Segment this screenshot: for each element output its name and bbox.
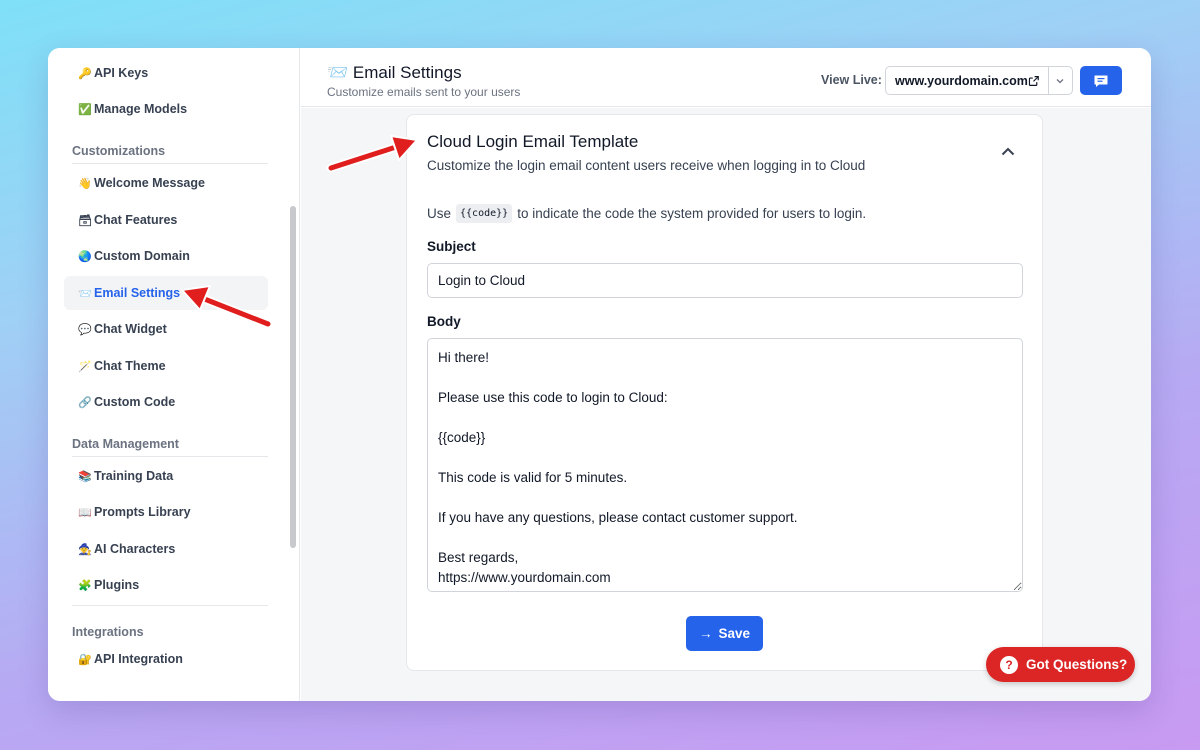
check-icon: ✅ bbox=[78, 103, 92, 116]
sidebar-item-api-keys[interactable]: 🔑 API Keys bbox=[64, 56, 268, 90]
sidebar-item-label: Training Data bbox=[94, 469, 174, 483]
sidebar-item-label: API Integration bbox=[94, 652, 183, 666]
sidebar-item-label: Custom Code bbox=[94, 395, 176, 409]
email-template-card: Cloud Login Email Template Customize the… bbox=[406, 114, 1043, 671]
link-icon: 🔗 bbox=[78, 396, 92, 409]
sidebar-item-plugins[interactable]: 🧩 Plugins bbox=[64, 568, 268, 602]
globe-icon: 🌏 bbox=[78, 250, 92, 263]
external-link-icon[interactable] bbox=[1028, 74, 1040, 88]
sidebar-item-label: Manage Models bbox=[94, 102, 188, 116]
chevron-up-icon[interactable] bbox=[999, 143, 1017, 161]
page-header: 📨 Email Settings Customize emails sent t… bbox=[301, 48, 1151, 107]
domain-dropdown-toggle[interactable] bbox=[1047, 66, 1072, 95]
books-icon: 📚 bbox=[78, 470, 92, 483]
page-subtitle: Customize emails sent to your users bbox=[327, 85, 521, 99]
got-questions-button[interactable]: ? Got Questions? bbox=[986, 647, 1135, 682]
sidebar-item-label: Welcome Message bbox=[94, 176, 205, 190]
chat-bubble-icon bbox=[1094, 75, 1108, 87]
key-icon: 🔑 bbox=[78, 67, 92, 80]
sidebar-item-label: Chat Widget bbox=[94, 322, 167, 336]
code-hint: Use {{code}} to indicate the code the sy… bbox=[427, 204, 867, 223]
body-label: Body bbox=[427, 314, 461, 329]
sidebar-item-label: Plugins bbox=[94, 578, 140, 592]
main-content: Cloud Login Email Template Customize the… bbox=[301, 108, 1151, 701]
section-data-management: Data Management bbox=[72, 437, 268, 457]
annotation-arrow-icon bbox=[181, 285, 273, 329]
chevron-down-icon bbox=[1056, 78, 1064, 83]
domain-link[interactable]: www.yourdomain.com bbox=[886, 74, 1028, 88]
sidebar-item-label: API Keys bbox=[94, 66, 149, 80]
sidebar-item-manage-models[interactable]: ✅ Manage Models bbox=[64, 92, 268, 126]
sidebar-item-prompts-library[interactable]: 📖 Prompts Library bbox=[64, 495, 268, 529]
sidebar-item-label: AI Characters bbox=[94, 542, 176, 556]
sidebar-divider bbox=[72, 605, 268, 606]
sidebar-item-label: Prompts Library bbox=[94, 505, 191, 519]
domain-selector[interactable]: www.yourdomain.com bbox=[885, 66, 1073, 95]
sidebar-item-chat-features[interactable]: 🗃 Chat Features bbox=[64, 203, 268, 237]
wave-icon: 👋 bbox=[78, 177, 92, 190]
sidebar-item-ai-characters[interactable]: 🧙 AI Characters bbox=[64, 532, 268, 566]
envelope-icon: 📨 bbox=[78, 287, 92, 300]
sidebar-item-welcome-message[interactable]: 👋 Welcome Message bbox=[64, 166, 268, 200]
sidebar-item-api-integration[interactable]: 🔐 API Integration bbox=[64, 642, 268, 676]
envelope-icon: 📨 bbox=[327, 63, 349, 82]
puzzle-icon: 🧩 bbox=[78, 579, 92, 592]
body-textarea[interactable]: Hi there! Please use this code to login … bbox=[427, 338, 1023, 592]
sidebar-item-label: Custom Domain bbox=[94, 249, 190, 263]
sidebar-item-training-data[interactable]: 📚 Training Data bbox=[64, 459, 268, 493]
card-title: Cloud Login Email Template bbox=[427, 132, 639, 151]
question-icon: ? bbox=[1000, 655, 1018, 674]
code-placeholder-tag: {{code}} bbox=[456, 204, 513, 223]
sidebar-item-chat-theme[interactable]: 🪄 Chat Theme bbox=[64, 349, 268, 383]
sidebar: 🔑 API Keys ✅ Manage Models Customization… bbox=[48, 48, 300, 701]
sidebar-item-label: Chat Theme bbox=[94, 359, 166, 373]
subject-input[interactable] bbox=[427, 263, 1023, 298]
card-subtitle: Customize the login email content users … bbox=[427, 158, 866, 173]
lock-key-icon: 🔐 bbox=[78, 653, 92, 666]
app-window: 🔑 API Keys ✅ Manage Models Customization… bbox=[48, 48, 1151, 701]
character-icon: 🧙 bbox=[78, 543, 92, 556]
card-box-icon: 🗃 bbox=[78, 214, 92, 227]
annotation-arrow-icon bbox=[326, 135, 418, 173]
save-button[interactable]: → Save bbox=[686, 616, 763, 651]
sidebar-item-custom-code[interactable]: 🔗 Custom Code bbox=[64, 385, 268, 419]
sidebar-scrollbar-thumb[interactable] bbox=[290, 206, 296, 548]
view-live-label: View Live: bbox=[821, 73, 882, 87]
magic-wand-icon: 🪄 bbox=[78, 360, 92, 373]
sidebar-item-label: Email Settings bbox=[94, 286, 181, 300]
open-book-icon: 📖 bbox=[78, 506, 92, 519]
sidebar-item-custom-domain[interactable]: 🌏 Custom Domain bbox=[64, 239, 268, 273]
subject-label: Subject bbox=[427, 239, 476, 254]
speech-bubble-icon: 💬 bbox=[78, 323, 92, 336]
arrow-right-icon: → bbox=[698, 626, 713, 641]
chat-preview-button[interactable] bbox=[1080, 66, 1122, 95]
sidebar-item-label: Chat Features bbox=[94, 213, 178, 227]
section-customizations: Customizations bbox=[72, 144, 268, 164]
page-title: 📨 Email Settings bbox=[327, 63, 462, 82]
